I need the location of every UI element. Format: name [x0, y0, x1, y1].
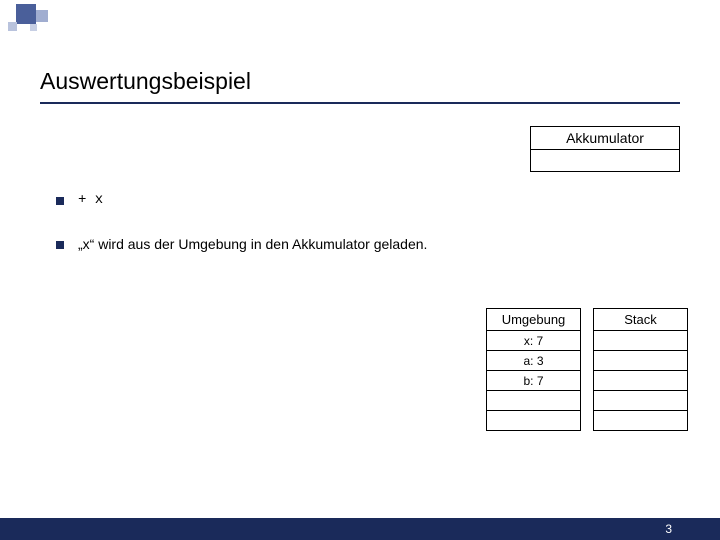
table-row: a: 3	[486, 351, 581, 371]
bullet-text: + x	[78, 192, 103, 208]
accumulator-value	[530, 150, 680, 172]
page-title: Auswertungsbeispiel	[40, 68, 251, 95]
bullet-icon	[56, 241, 64, 249]
stack-table: Stack	[593, 308, 688, 431]
title-underline	[40, 102, 680, 104]
list-item: + x	[56, 192, 427, 208]
umgebung-label: Umgebung	[486, 308, 581, 331]
list-item: „x“ wird aus der Umgebung in den Akkumul…	[56, 236, 427, 252]
accumulator-box: Akkumulator	[530, 126, 680, 172]
table-row	[593, 351, 688, 371]
page-number: 3	[665, 522, 672, 536]
table-row	[486, 391, 581, 411]
bullet-text: „x“ wird aus der Umgebung in den Akkumul…	[78, 236, 427, 252]
table-row	[593, 411, 688, 431]
corner-decoration	[0, 0, 60, 40]
table-row	[486, 411, 581, 431]
stack-label: Stack	[593, 308, 688, 331]
accumulator-label: Akkumulator	[530, 126, 680, 150]
umgebung-table: Umgebung x: 7 a: 3 b: 7	[486, 308, 581, 431]
table-row: x: 7	[486, 331, 581, 351]
bullet-list: + x „x“ wird aus der Umgebung in den Akk…	[56, 192, 427, 280]
tables-area: Umgebung x: 7 a: 3 b: 7 Stack	[486, 308, 688, 431]
table-row	[593, 331, 688, 351]
bullet-icon	[56, 197, 64, 205]
table-row	[593, 371, 688, 391]
table-row: b: 7	[486, 371, 581, 391]
table-row	[593, 391, 688, 411]
footer-bar: 3	[0, 518, 720, 540]
